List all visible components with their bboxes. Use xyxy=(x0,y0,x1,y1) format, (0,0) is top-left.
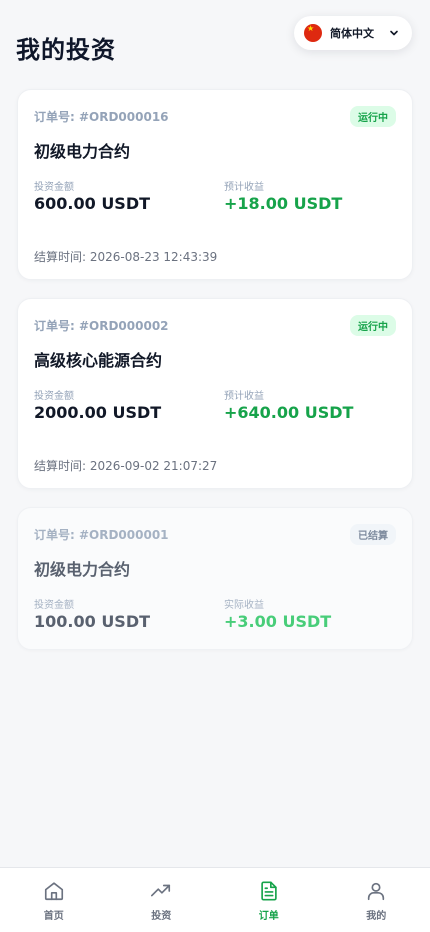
document-icon xyxy=(261,881,277,901)
settle-time: 结算时间: 2026-09-02 21:07:27 xyxy=(34,459,218,473)
amount-label: 投资金额 xyxy=(34,600,74,611)
chevron-down-icon xyxy=(390,30,398,36)
status-badge: 运行中 xyxy=(350,106,396,127)
order-number: 订单号: #ORD000001 xyxy=(34,528,169,542)
nav-label: 首页 xyxy=(43,911,64,922)
nav-label: 投资 xyxy=(151,911,172,922)
nav-label: 我的 xyxy=(366,911,387,922)
nav-item-home[interactable]: 首页 xyxy=(0,868,108,932)
amount-value: 2000.00 USDT xyxy=(34,403,162,422)
contract-name: 初级电力合约 xyxy=(34,560,131,579)
order-number: 订单号: #ORD000016 xyxy=(34,110,169,124)
amount-value: 600.00 USDT xyxy=(34,194,151,213)
language-selector[interactable]: 简体中文 xyxy=(294,16,412,50)
order-card[interactable]: 订单号: #ORD000016 运行中 初级电力合约 投资金额 600.00 U… xyxy=(17,89,413,280)
status-badge: 运行中 xyxy=(350,315,396,336)
contract-name: 高级核心能源合约 xyxy=(34,351,163,370)
header: 我的投资 简体中文 xyxy=(0,0,430,80)
profit-value: +18.00 USDT xyxy=(224,194,343,213)
order-card[interactable]: 订单号: #ORD000001 已结算 初级电力合约 投资金额 100.00 U… xyxy=(17,507,413,650)
china-flag-icon xyxy=(304,24,322,42)
amount-label: 投资金额 xyxy=(34,391,74,402)
nav-item-invest[interactable]: 投资 xyxy=(108,868,216,932)
nav-item-profile[interactable]: 我的 xyxy=(323,868,430,932)
profit-value: +640.00 USDT xyxy=(224,403,354,422)
amount-value: 100.00 USDT xyxy=(34,612,151,631)
profit-label: 预计收益 xyxy=(224,182,264,193)
language-label: 简体中文 xyxy=(330,27,374,40)
settle-time: 结算时间: 2026-08-23 12:43:39 xyxy=(34,250,218,264)
user-icon xyxy=(368,882,385,901)
trending-up-icon xyxy=(151,884,171,897)
profit-value: +3.00 USDT xyxy=(224,612,332,631)
profit-label: 预计收益 xyxy=(224,391,264,402)
nav-label: 订单 xyxy=(258,911,279,922)
bottom-nav: 首页 投资 订单 我的 xyxy=(0,867,430,932)
profit-label: 实际收益 xyxy=(224,600,264,611)
order-number: 订单号: #ORD000002 xyxy=(34,319,169,333)
contract-name: 初级电力合约 xyxy=(34,142,131,161)
amount-label: 投资金额 xyxy=(34,182,74,193)
order-card[interactable]: 订单号: #ORD000002 运行中 高级核心能源合约 投资金额 2000.0… xyxy=(17,298,413,489)
home-icon xyxy=(44,882,63,901)
nav-item-orders[interactable]: 订单 xyxy=(215,868,323,932)
page-title: 我的投资 xyxy=(16,36,116,64)
status-badge: 已结算 xyxy=(350,524,396,545)
